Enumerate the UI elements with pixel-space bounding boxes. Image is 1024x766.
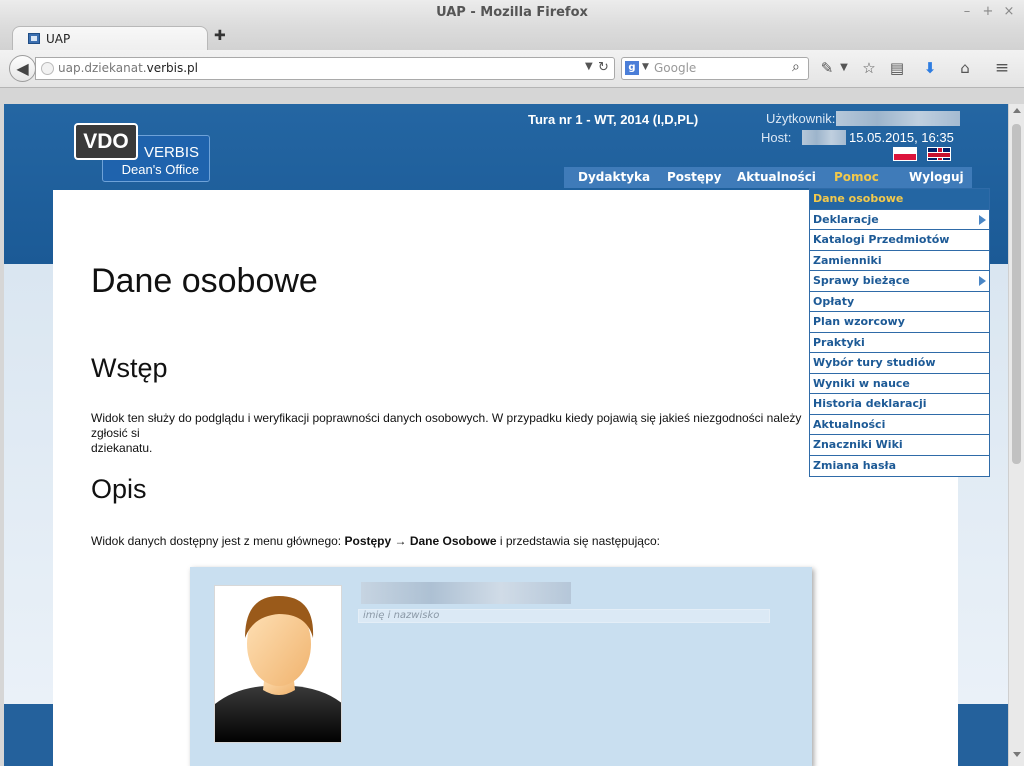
nav-item-wyloguj[interactable]: Wyloguj [909, 170, 964, 184]
session-info: Tura nr 1 - WT, 2014 (I,D,PL) [528, 112, 699, 127]
url-text[interactable]: uap.dziekanat.verbis.pl [58, 61, 198, 75]
section-heading-wstep: Wstęp [91, 353, 168, 383]
submenu-item-zamienniki[interactable]: Zamienniki [810, 251, 989, 271]
extension-dropdown-icon[interactable]: ▼ [834, 58, 854, 78]
search-engine-dropdown-icon[interactable]: ▼ [642, 62, 649, 72]
logo-office: Dean's Office [121, 162, 199, 177]
submenu-item-wybor-tury[interactable]: Wybór tury studiów [810, 353, 989, 374]
reload-icon[interactable]: ↻ [598, 60, 609, 75]
page-viewport: VERBIS Dean's Office VDO Tura nr 1 - WT,… [4, 104, 1008, 766]
submenu-arrow-icon [979, 214, 986, 225]
name-field: imię i nazwisko [358, 609, 770, 623]
person-silhouette-icon [215, 596, 341, 742]
new-tab-icon[interactable]: ✚ [214, 28, 226, 44]
tab-strip: UAP [0, 26, 1024, 52]
intro-text-continued: dziekanatu. [91, 441, 153, 455]
logo-verbis: VERBIS [143, 144, 199, 161]
postepy-submenu: Dane osobowe Deklaracje Katalogi Przedmi… [809, 188, 990, 477]
logo-vdo: VDO [74, 123, 138, 160]
tab-title: UAP [46, 32, 71, 46]
url-bar[interactable]: uap.dziekanat.verbis.pl ▼ ↻ [35, 57, 615, 80]
google-icon[interactable]: g [625, 61, 639, 75]
clipboard-icon[interactable]: ▤ [887, 58, 907, 78]
scroll-up-icon[interactable] [1013, 108, 1021, 113]
home-icon[interactable]: ⌂ [955, 58, 975, 78]
polish-flag-icon[interactable] [893, 147, 917, 161]
submenu-arrow-icon [979, 276, 986, 286]
browser-tab[interactable]: UAP [12, 26, 208, 52]
nav-item-dydaktyka[interactable]: Dydaktyka [578, 170, 650, 184]
user-label: Użytkownik: [766, 111, 836, 126]
opis-arrow: → [391, 534, 410, 548]
submenu-item-praktyki[interactable]: Praktyki [810, 333, 989, 353]
submenu-item-znaczniki-wiki[interactable]: Znaczniki Wiki [810, 435, 989, 456]
url-domain: verbis.pl [146, 61, 198, 75]
minimize-icon[interactable]: – [960, 4, 974, 19]
redacted-username [836, 111, 960, 126]
nav-item-postepy[interactable]: Postępy [667, 170, 721, 184]
submenu-item-zmiana-hasla[interactable]: Zmiana hasła [810, 456, 989, 477]
close-icon[interactable]: × [1002, 4, 1016, 19]
redacted-host [802, 130, 846, 145]
opis-paragraph: Widok danych dostępny jest z menu główne… [91, 534, 660, 548]
back-button[interactable]: ◀ [9, 55, 36, 82]
submenu-item-katalogi[interactable]: Katalogi Przedmiotów [810, 230, 989, 251]
submenu-item-label: Sprawy bieżące [813, 274, 910, 287]
menu-icon[interactable]: ≡ [992, 58, 1012, 78]
opis-text-end: i przedstawia się następująco: [496, 534, 660, 548]
maximize-icon[interactable]: + [981, 4, 995, 19]
page-scrollbar[interactable] [1008, 104, 1024, 766]
download-icon[interactable]: ⬇ [920, 58, 940, 78]
login-datetime: 15.05.2015, 16:35 [849, 130, 954, 145]
profile-preview: imię i nazwisko [190, 567, 812, 766]
globe-icon [41, 62, 54, 75]
bookmark-star-icon[interactable]: ☆ [859, 58, 879, 78]
scrollbar-thumb[interactable] [1012, 124, 1021, 464]
opis-text: Widok danych dostępny jest z menu główne… [91, 534, 345, 548]
redacted-name [361, 582, 571, 604]
avatar [214, 585, 342, 743]
submenu-item-dane-osobowe[interactable]: Dane osobowe [810, 189, 989, 210]
submenu-item-deklaracje[interactable]: Deklaracje [810, 210, 989, 230]
history-dropdown-icon[interactable]: ▼ [585, 61, 593, 72]
host-label: Host: [761, 130, 792, 145]
opis-path-postepy: Postępy [344, 534, 392, 548]
url-prefix: uap.dziekanat. [58, 61, 147, 75]
search-icon[interactable]: ⌕ [792, 59, 800, 75]
page-title: Dane osobowe [91, 262, 318, 300]
name-caption: imię i nazwisko [363, 610, 440, 621]
opis-path-dane: Dane Osobowe [409, 534, 497, 548]
submenu-item-label: Deklaracje [813, 212, 879, 226]
scroll-down-icon[interactable] [1013, 752, 1021, 757]
section-heading-opis: Opis [91, 474, 147, 504]
submenu-item-oplaty[interactable]: Opłaty [810, 292, 989, 312]
main-navigation: Dydaktyka Postępy Aktualności Pomoc Wylo… [564, 167, 972, 188]
submenu-item-sprawy-biezace[interactable]: Sprawy bieżące [810, 271, 989, 292]
nav-item-aktualnosci[interactable]: Aktualności [737, 170, 816, 184]
window-titlebar: UAP - Mozilla Firefox – + × [0, 0, 1024, 26]
submenu-item-aktualnosci[interactable]: Aktualności [810, 415, 989, 435]
submenu-item-wyniki[interactable]: Wyniki w nauce [810, 374, 989, 394]
submenu-item-historia[interactable]: Historia deklaracji [810, 394, 989, 415]
window-title: UAP - Mozilla Firefox [436, 5, 588, 20]
search-placeholder[interactable]: Google [654, 61, 696, 75]
site-favicon-icon [28, 33, 40, 44]
search-bar[interactable]: g ▼ Google ⌕ [621, 57, 809, 80]
intro-paragraph: Widok ten służy do podglądu i weryfikacj… [91, 411, 811, 456]
submenu-item-plan-wzorcowy[interactable]: Plan wzorcowy [810, 312, 989, 333]
english-flag-icon[interactable] [927, 147, 951, 161]
intro-text: Widok ten służy do podglądu i weryfikacj… [91, 411, 802, 440]
nav-item-pomoc[interactable]: Pomoc [834, 170, 879, 184]
